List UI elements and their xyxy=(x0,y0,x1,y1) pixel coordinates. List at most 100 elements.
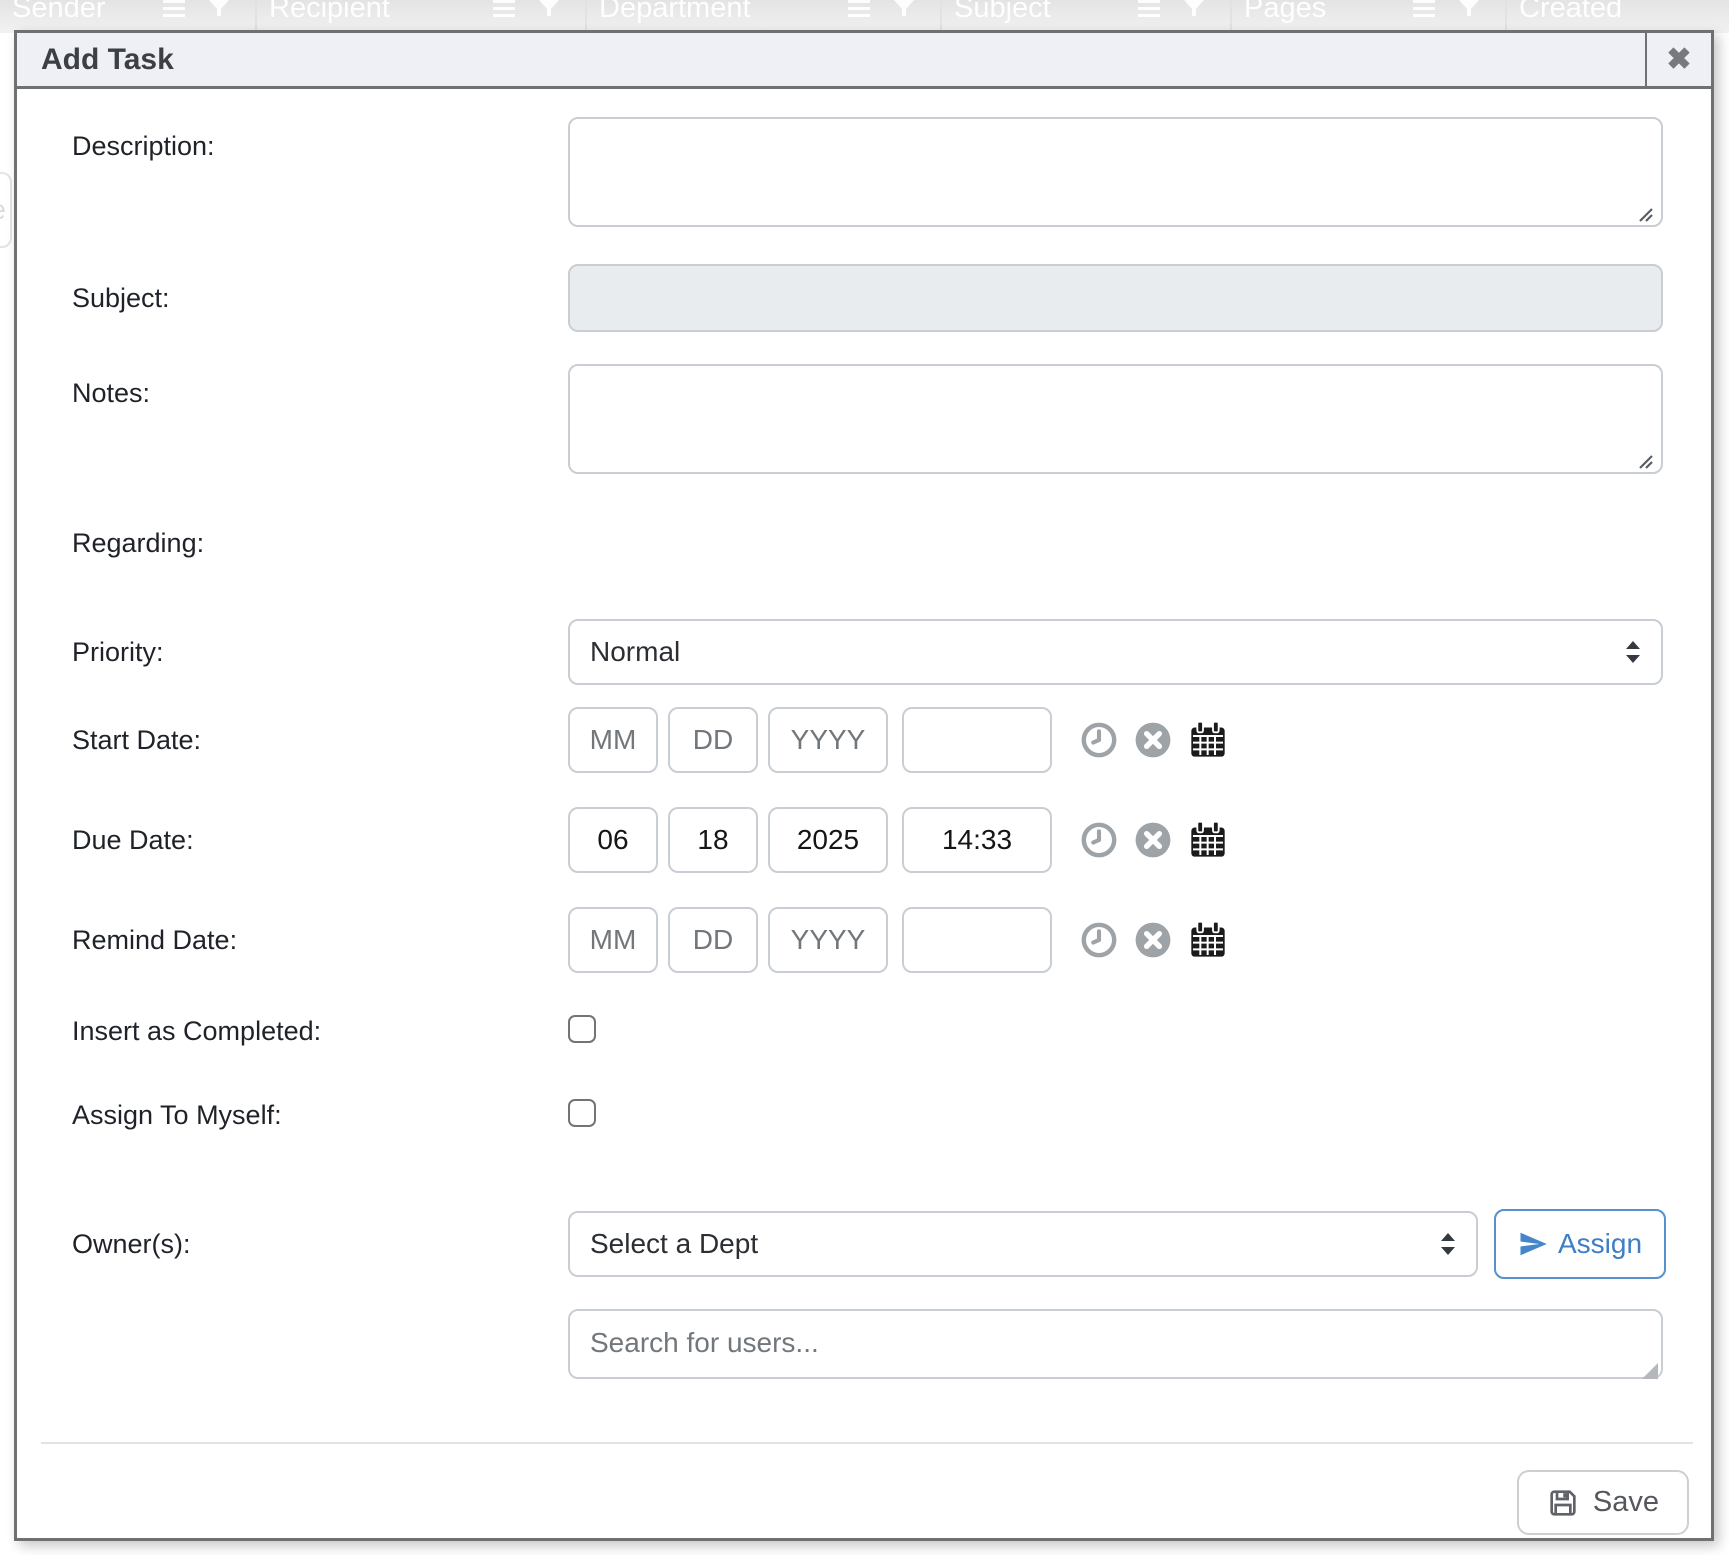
priority-label: Priority: xyxy=(72,637,568,668)
calendar-icon xyxy=(1188,920,1228,960)
filter-funnel-icon[interactable] xyxy=(894,0,914,16)
column-label: Sender xyxy=(12,0,106,25)
user-search-input[interactable] xyxy=(568,1309,1663,1379)
priority-select[interactable]: Normal xyxy=(568,619,1663,685)
clock-icon xyxy=(1080,921,1118,959)
insert-as-completed-checkbox[interactable] xyxy=(568,1015,596,1043)
remind-date-day-input[interactable] xyxy=(668,907,758,973)
remind-date-month-input[interactable] xyxy=(568,907,658,973)
description-label: Description: xyxy=(72,117,568,232)
column-menu-icon[interactable] xyxy=(848,0,870,17)
column-menu-icon[interactable] xyxy=(1413,0,1435,17)
due-date-clear-button[interactable] xyxy=(1134,821,1172,859)
x-circle-icon xyxy=(1134,921,1172,959)
column-header-created[interactable]: Created xyxy=(1505,0,1729,33)
due-date-year-input[interactable] xyxy=(768,807,888,873)
start-date-day-input[interactable] xyxy=(668,707,758,773)
due-date-calendar-button[interactable] xyxy=(1188,820,1228,860)
column-header-subject[interactable]: Subject xyxy=(940,0,1230,33)
column-header-sender[interactable]: Sender xyxy=(0,0,255,33)
assign-to-myself-checkbox[interactable] xyxy=(568,1099,596,1127)
department-selected-value: Select a Dept xyxy=(590,1228,758,1260)
regarding-label: Regarding: xyxy=(72,528,568,559)
insert-as-completed-row: Insert as Completed: xyxy=(72,1013,1663,1049)
select-arrows-icon xyxy=(1625,641,1641,663)
filter-funnel-icon[interactable] xyxy=(539,0,559,16)
start-date-time-input[interactable] xyxy=(902,707,1052,773)
background-partial-input: e xyxy=(0,172,12,248)
due-date-time-picker-button[interactable] xyxy=(1080,821,1118,859)
column-label: Created xyxy=(1519,0,1622,25)
remind-date-row: Remind Date: xyxy=(72,907,1663,973)
subject-row: Subject: xyxy=(72,264,1663,332)
due-date-row: Due Date: xyxy=(72,807,1663,873)
remind-date-calendar-button[interactable] xyxy=(1188,920,1228,960)
start-date-clear-button[interactable] xyxy=(1134,721,1172,759)
description-input[interactable] xyxy=(568,117,1663,227)
priority-row: Priority: Normal xyxy=(72,619,1663,685)
owners-row: Owner(s): Select a Dept Assign xyxy=(72,1209,1663,1279)
add-task-dialog: Add Task ✖ Description: Subject: Notes: xyxy=(14,30,1714,1541)
user-search-row xyxy=(72,1309,1663,1384)
save-button[interactable]: Save xyxy=(1517,1470,1689,1535)
save-button-label: Save xyxy=(1593,1486,1659,1519)
column-menu-icon[interactable] xyxy=(1138,0,1160,17)
x-circle-icon xyxy=(1134,721,1172,759)
column-label: Department xyxy=(599,0,751,25)
dialog-body: Description: Subject: Notes: Regarding: xyxy=(17,89,1711,1384)
notes-input[interactable] xyxy=(568,364,1663,474)
column-header-pages[interactable]: Pages xyxy=(1230,0,1505,33)
filter-funnel-icon[interactable] xyxy=(1184,0,1204,16)
column-header-recipient[interactable]: Recipient xyxy=(255,0,585,33)
remind-date-year-input[interactable] xyxy=(768,907,888,973)
assign-button-label: Assign xyxy=(1558,1228,1642,1260)
x-circle-icon xyxy=(1134,821,1172,859)
remind-date-clear-button[interactable] xyxy=(1134,921,1172,959)
calendar-icon xyxy=(1188,820,1228,860)
clock-icon xyxy=(1080,821,1118,859)
subject-label: Subject: xyxy=(72,283,568,314)
description-row: Description: xyxy=(72,117,1663,232)
remind-date-time-picker-button[interactable] xyxy=(1080,921,1118,959)
due-date-time-input[interactable] xyxy=(902,807,1052,873)
dialog-header: Add Task ✖ xyxy=(17,33,1711,89)
start-date-year-input[interactable] xyxy=(768,707,888,773)
assign-to-myself-label: Assign To Myself: xyxy=(72,1100,568,1131)
remind-date-label: Remind Date: xyxy=(72,925,568,956)
priority-selected-value: Normal xyxy=(590,636,680,668)
regarding-row: Regarding: xyxy=(72,523,1663,563)
floppy-disk-icon xyxy=(1547,1487,1579,1519)
assign-button[interactable]: Assign xyxy=(1494,1209,1666,1279)
clock-icon xyxy=(1080,721,1118,759)
select-arrows-icon xyxy=(1440,1233,1456,1255)
due-date-month-input[interactable] xyxy=(568,807,658,873)
department-select[interactable]: Select a Dept xyxy=(568,1211,1478,1277)
start-date-calendar-button[interactable] xyxy=(1188,720,1228,760)
insert-as-completed-label: Insert as Completed: xyxy=(72,1016,568,1047)
column-header-department[interactable]: Department xyxy=(585,0,940,33)
due-date-label: Due Date: xyxy=(72,825,568,856)
background-table-header: Sender Recipient Department Subject xyxy=(0,0,1729,33)
filter-funnel-icon[interactable] xyxy=(209,0,229,16)
dialog-footer: Save xyxy=(41,1442,1693,1555)
filter-funnel-icon[interactable] xyxy=(1459,0,1479,16)
notes-row: Notes: xyxy=(72,364,1663,479)
column-label: Subject xyxy=(954,0,1051,25)
paper-plane-icon xyxy=(1518,1229,1548,1259)
column-menu-icon[interactable] xyxy=(493,0,515,17)
remind-date-time-input[interactable] xyxy=(902,907,1052,973)
start-date-month-input[interactable] xyxy=(568,707,658,773)
close-icon: ✖ xyxy=(1666,42,1691,77)
start-date-row: Start Date: xyxy=(72,707,1663,773)
dialog-title: Add Task xyxy=(17,43,174,77)
start-date-label: Start Date: xyxy=(72,725,568,756)
assign-to-myself-row: Assign To Myself: xyxy=(72,1097,1663,1133)
owners-label: Owner(s): xyxy=(72,1229,568,1260)
due-date-day-input[interactable] xyxy=(668,807,758,873)
start-date-time-picker-button[interactable] xyxy=(1080,721,1118,759)
column-menu-icon[interactable] xyxy=(163,0,185,17)
close-button[interactable]: ✖ xyxy=(1645,33,1711,86)
column-label: Recipient xyxy=(269,0,390,25)
calendar-icon xyxy=(1188,720,1228,760)
notes-label: Notes: xyxy=(72,364,568,479)
